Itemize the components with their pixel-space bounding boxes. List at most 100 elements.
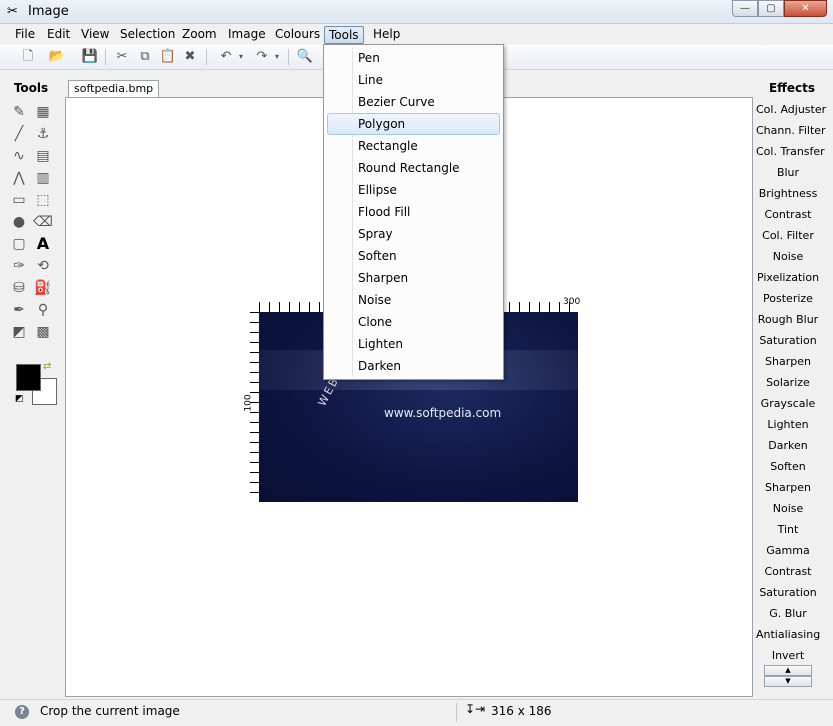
rounded-rectangle-icon[interactable]: ▢ bbox=[9, 234, 29, 254]
document-tab[interactable]: softpedia.bmp bbox=[68, 80, 160, 98]
tools-menu-item-darken[interactable]: Darken bbox=[327, 355, 500, 377]
polyline-icon[interactable]: ⋀ bbox=[9, 168, 29, 188]
tools-menu-item-pen[interactable]: Pen bbox=[327, 47, 500, 69]
pattern-brush-icon[interactable]: ▦ bbox=[33, 102, 53, 122]
open-icon[interactable]: 📂 bbox=[47, 48, 67, 66]
rectangle-icon[interactable]: ▭ bbox=[9, 190, 29, 210]
effect-item[interactable]: Lighten bbox=[756, 414, 820, 435]
line-icon[interactable]: ╱ bbox=[9, 124, 29, 144]
redo-icon[interactable]: ↷ bbox=[252, 48, 272, 66]
eyedropper-icon[interactable]: ✑ bbox=[9, 256, 29, 276]
gradient-icon[interactable]: ▤ bbox=[33, 146, 53, 166]
tools-menu-item-noise[interactable]: Noise bbox=[327, 289, 500, 311]
effect-item[interactable]: Saturation bbox=[756, 582, 820, 603]
clone-icon[interactable]: ⟲ bbox=[33, 256, 53, 276]
paste-icon[interactable]: 📋 bbox=[158, 48, 178, 66]
effect-item[interactable]: Pixelization bbox=[756, 267, 820, 288]
effect-item[interactable]: Soften bbox=[756, 456, 820, 477]
menu-image[interactable]: Image bbox=[224, 26, 270, 44]
menu-help[interactable]: Help bbox=[369, 26, 404, 44]
effect-item[interactable]: Col. Filter bbox=[756, 225, 820, 246]
text-icon[interactable]: A bbox=[33, 234, 53, 254]
effect-item[interactable]: Darken bbox=[756, 435, 820, 456]
eraser-icon[interactable]: ⌫ bbox=[33, 212, 53, 232]
effect-item[interactable]: Contrast bbox=[756, 204, 820, 225]
effect-item[interactable]: Invert bbox=[756, 645, 820, 666]
image-dimensions: 316 x 186 bbox=[491, 704, 552, 718]
effect-item[interactable]: Blur bbox=[756, 162, 820, 183]
fill-icon[interactable]: ⛽ bbox=[33, 278, 53, 298]
effect-item[interactable]: Antialiasing bbox=[756, 624, 820, 645]
effect-item[interactable]: Brightness bbox=[756, 183, 820, 204]
cut-icon[interactable]: ✂ bbox=[112, 48, 132, 66]
tools-menu-item-polygon[interactable]: Polygon bbox=[327, 113, 500, 135]
effect-item[interactable]: Solarize bbox=[756, 372, 820, 393]
toolbar-separator bbox=[206, 49, 207, 65]
help-icon: ? bbox=[15, 705, 29, 719]
save-icon[interactable]: 💾 bbox=[80, 48, 100, 66]
menu-colours[interactable]: Colours bbox=[271, 26, 324, 44]
tools-menu-item-lighten[interactable]: Lighten bbox=[327, 333, 500, 355]
menu-tools[interactable]: Tools bbox=[324, 26, 364, 44]
menu-edit[interactable]: Edit bbox=[43, 26, 74, 44]
effect-item[interactable]: Sharpen bbox=[756, 477, 820, 498]
tools-menu-item-spray[interactable]: Spray bbox=[327, 223, 500, 245]
menu-selection[interactable]: Selection bbox=[116, 26, 179, 44]
effect-item[interactable]: Col. Adjuster bbox=[756, 99, 826, 120]
gradient-dark-icon[interactable]: ▥ bbox=[33, 168, 53, 188]
effect-item[interactable]: Grayscale bbox=[756, 393, 820, 414]
foreground-color-swatch[interactable] bbox=[16, 364, 41, 391]
undo-dropdown-icon[interactable]: ▾ bbox=[236, 48, 246, 66]
tools-menu-item-sharpen[interactable]: Sharpen bbox=[327, 267, 500, 289]
redo-dropdown-icon[interactable]: ▾ bbox=[272, 48, 282, 66]
curve-icon[interactable]: ∿ bbox=[9, 146, 29, 166]
checker-icon[interactable]: ▩ bbox=[33, 322, 53, 342]
effect-item[interactable]: Tint bbox=[756, 519, 820, 540]
smudge-icon[interactable]: ◩ bbox=[9, 322, 29, 342]
effects-scroll-up-button[interactable]: ▲ bbox=[764, 665, 812, 676]
effect-item[interactable]: Rough Blur bbox=[756, 309, 820, 330]
select-icon[interactable]: ⬚ bbox=[33, 190, 53, 210]
tools-menu-item-rectangle[interactable]: Rectangle bbox=[327, 135, 500, 157]
effect-item[interactable]: Gamma bbox=[756, 540, 820, 561]
delete-icon[interactable]: ✖ bbox=[180, 48, 200, 66]
effect-item[interactable]: Noise bbox=[756, 246, 820, 267]
reset-colors-icon[interactable]: ◩ bbox=[15, 394, 24, 404]
tools-menu-item-round-rectangle[interactable]: Round Rectangle bbox=[327, 157, 500, 179]
maximize-button[interactable]: ▢ bbox=[758, 0, 784, 17]
dimensions-icon: ↧⇥ bbox=[465, 702, 486, 716]
swap-colors-icon[interactable]: ⇄ bbox=[43, 361, 51, 372]
copy-icon[interactable]: ⧉ bbox=[135, 48, 155, 66]
image-watermark-text: www.softpedia.com bbox=[384, 406, 502, 420]
menu-view[interactable]: View bbox=[77, 26, 113, 44]
menu-zoom[interactable]: Zoom bbox=[178, 26, 221, 44]
effect-item[interactable]: Col. Transfer bbox=[756, 141, 825, 162]
close-button[interactable]: ✕ bbox=[784, 0, 827, 17]
tools-menu-item-line[interactable]: Line bbox=[327, 69, 500, 91]
menu-file[interactable]: File bbox=[11, 26, 39, 44]
tools-menu-item-clone[interactable]: Clone bbox=[327, 311, 500, 333]
effect-item[interactable]: Posterize bbox=[756, 288, 820, 309]
effect-item[interactable]: G. Blur bbox=[756, 603, 820, 624]
tools-menu-item-soften[interactable]: Soften bbox=[327, 245, 500, 267]
new-icon[interactable]: 🗋 bbox=[18, 48, 38, 66]
effect-item[interactable]: Sharpen bbox=[756, 351, 820, 372]
tools-menu-item-flood-fill[interactable]: Flood Fill bbox=[327, 201, 500, 223]
color-picker-icon[interactable]: ⚲ bbox=[33, 300, 53, 320]
pencil-icon[interactable]: ✎ bbox=[9, 102, 29, 122]
tools-menu-item-bezier-curve[interactable]: Bezier Curve bbox=[327, 91, 500, 113]
tools-menu-item-ellipse[interactable]: Ellipse bbox=[327, 179, 500, 201]
stamp-icon[interactable]: ⚓ bbox=[33, 124, 53, 144]
zoom-in-icon[interactable]: 🔍 bbox=[295, 48, 315, 66]
effect-item[interactable]: Saturation bbox=[756, 330, 820, 351]
effect-item[interactable]: Chann. Filter bbox=[756, 120, 826, 141]
effect-item[interactable]: Contrast bbox=[756, 561, 820, 582]
effects-scroll-down-button[interactable]: ▼ bbox=[764, 676, 812, 687]
effect-item[interactable]: Noise bbox=[756, 498, 820, 519]
pen-icon[interactable]: ✒ bbox=[9, 300, 29, 320]
window-title: Image bbox=[28, 4, 69, 19]
ellipse-icon[interactable]: ● bbox=[9, 212, 29, 232]
minimize-button[interactable]: — bbox=[732, 0, 758, 17]
undo-icon[interactable]: ↶ bbox=[216, 48, 236, 66]
spray-icon[interactable]: ⛁ bbox=[9, 278, 29, 298]
